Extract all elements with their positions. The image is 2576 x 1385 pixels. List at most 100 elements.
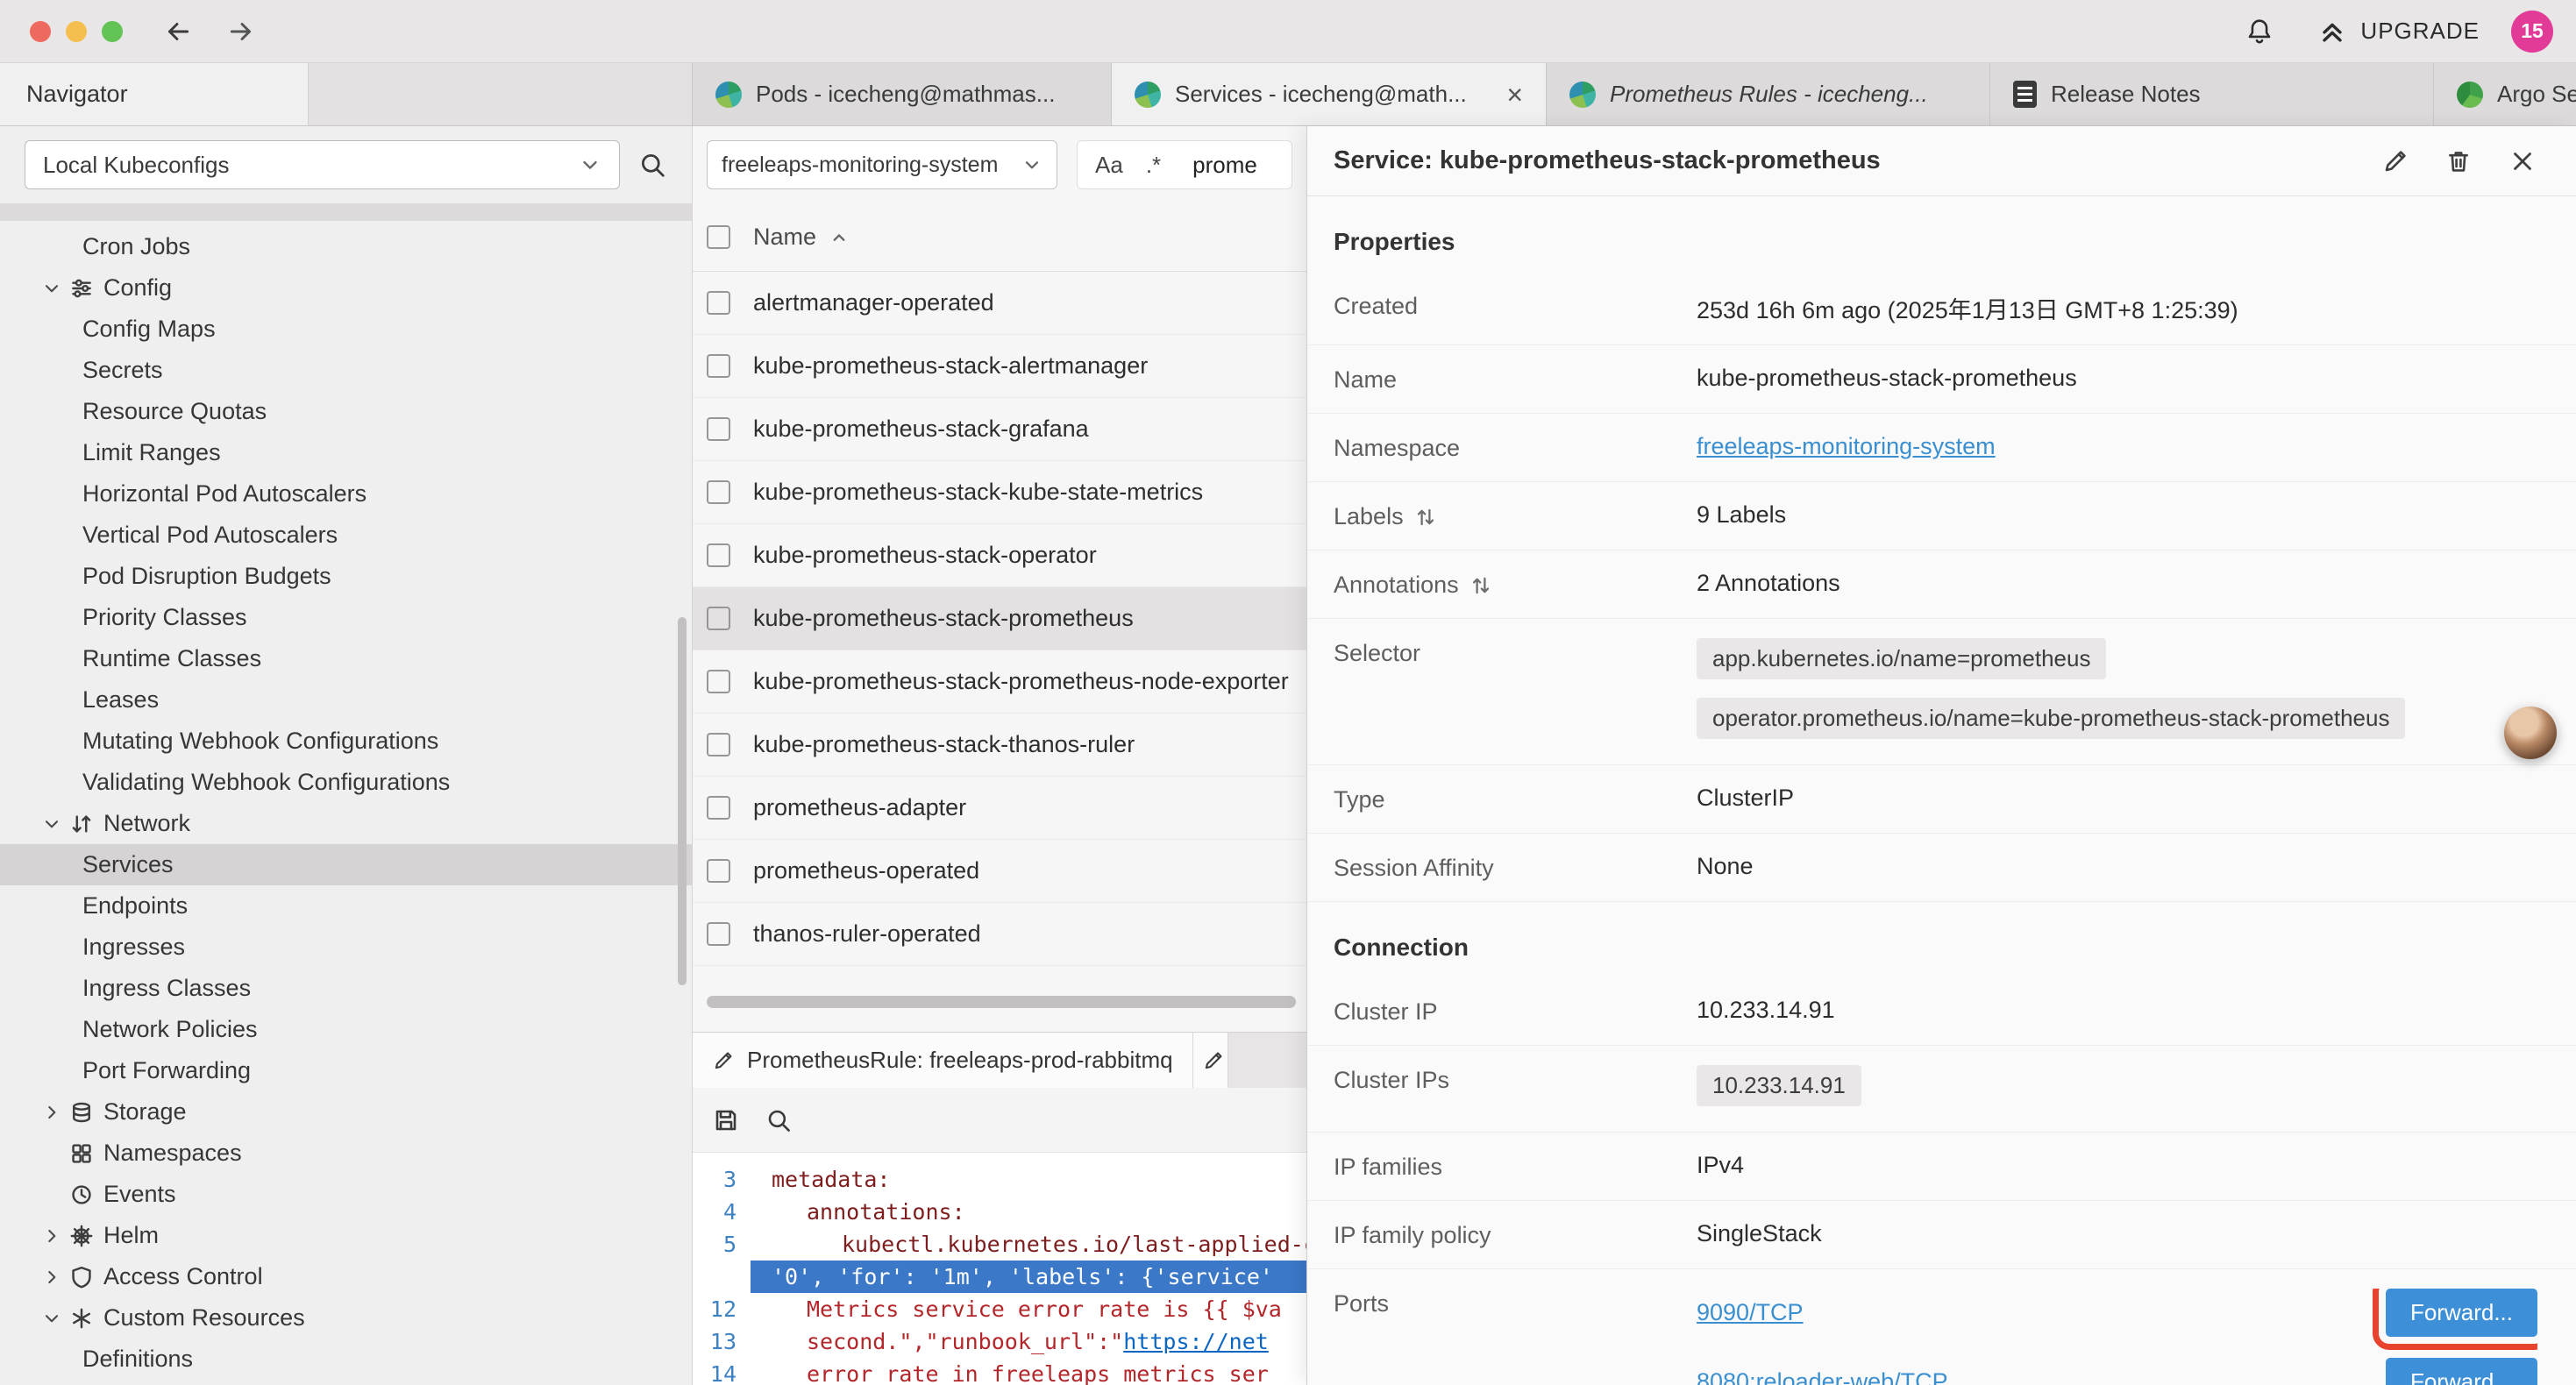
sidebar-item-runtime-classes[interactable]: Runtime Classes [0,638,692,679]
navigator-tab[interactable]: Navigator [0,63,309,125]
tab-argo-se[interactable]: Argo Se [2434,63,2576,125]
port-link[interactable]: 8080:reloader-web/TCP [1697,1368,1948,1385]
forward-button[interactable]: Forward... [2386,1358,2537,1385]
search-input[interactable]: Aa .* prome [1077,140,1292,189]
table-row-kube-prometheus-stack-prometheus-node-exporter[interactable]: kube-prometheus-stack-prometheus-node-ex… [693,650,1306,714]
horizontal-scrollbar[interactable] [707,996,1296,1008]
tab-pods-icecheng-mathmas[interactable]: Pods - icecheng@mathmas... [693,63,1112,125]
forward-button[interactable]: Forward... [2386,1289,2537,1337]
row-checkbox[interactable] [707,922,730,946]
sidebar-item-storage[interactable]: Storage [0,1091,692,1133]
row-checkbox[interactable] [707,859,730,883]
table-row-prometheus-adapter[interactable]: prometheus-adapter [693,777,1306,840]
avatar[interactable] [2504,707,2557,759]
sidebar-item-vertical-pod-autoscalers[interactable]: Vertical Pod Autoscalers [0,515,692,556]
table-row-kube-prometheus-stack-grafana[interactable]: kube-prometheus-stack-grafana [693,398,1306,461]
sidebar-item-services[interactable]: Services [0,844,692,885]
sort-ascending-icon[interactable] [829,227,850,248]
row-checkbox[interactable] [707,607,730,630]
chevron-down-icon[interactable] [37,278,67,299]
regex-toggle[interactable]: .* [1146,152,1161,179]
sidebar-item-custom-resources[interactable]: Custom Resources [0,1297,692,1339]
yaml-editor[interactable]: 3metadata:4annotations:5kubectl.kubernet… [693,1153,1306,1385]
editor-line[interactable]: 12Metrics service error rate is {{ $va [693,1293,1306,1325]
editor-search-icon[interactable] [765,1106,793,1134]
search-icon[interactable] [637,150,667,180]
close-icon[interactable]: × [1506,81,1523,109]
chevron-right-icon[interactable] [37,1102,67,1123]
table-row-kube-prometheus-stack-alertmanager[interactable]: kube-prometheus-stack-alertmanager [693,335,1306,398]
table-row-kube-prometheus-stack-operator[interactable]: kube-prometheus-stack-operator [693,524,1306,587]
sidebar-item-pod-disruption-budgets[interactable]: Pod Disruption Budgets [0,556,692,597]
edit-pencil-icon[interactable] [2381,147,2409,175]
close-icon[interactable] [2508,146,2537,176]
chevron-down-icon[interactable] [37,1308,67,1329]
sidebar-item-cron-jobs[interactable]: Cron Jobs [0,226,692,267]
namespace-select[interactable]: freeleaps-monitoring-system [707,140,1057,189]
maximize-window-button[interactable] [102,21,123,42]
tab-prometheus-rules-icecheng[interactable]: Prometheus Rules - icecheng... [1547,63,1990,125]
row-checkbox[interactable] [707,733,730,756]
match-case-toggle[interactable]: Aa [1095,152,1123,179]
sidebar-item-port-forwarding[interactable]: Port Forwarding [0,1050,692,1091]
sidebar-item-resource-quotas[interactable]: Resource Quotas [0,391,692,432]
table-row-alertmanager-operated[interactable]: alertmanager-operated [693,272,1306,335]
chevron-right-icon[interactable] [37,1225,67,1246]
sidebar-item-events[interactable]: Events [0,1174,692,1215]
sort-updown-icon[interactable] [1414,506,1437,529]
sidebar-item-secrets[interactable]: Secrets [0,350,692,391]
forward-nav-button[interactable] [226,17,256,46]
chevron-down-icon[interactable] [37,813,67,835]
table-row-kube-prometheus-stack-thanos-ruler[interactable]: kube-prometheus-stack-thanos-ruler [693,714,1306,777]
row-checkbox[interactable] [707,417,730,441]
sidebar-item-network-policies[interactable]: Network Policies [0,1009,692,1050]
dock-tab-partial[interactable] [1193,1033,1228,1088]
sidebar-item-limit-ranges[interactable]: Limit Ranges [0,432,692,473]
sort-updown-icon[interactable] [1469,574,1492,597]
sidebar-item-leases[interactable]: Leases [0,679,692,721]
editor-line[interactable]: 13second.","runbook_url":"https://net [693,1325,1306,1358]
select-all-checkbox[interactable] [707,225,730,249]
table-row-thanos-ruler-operated[interactable]: thanos-ruler-operated [693,903,1306,966]
table-row-kube-prometheus-stack-prometheus[interactable]: kube-prometheus-stack-prometheus [693,587,1306,650]
sidebar-item-ingress-classes[interactable]: Ingress Classes [0,968,692,1009]
sidebar-item-priority-classes[interactable]: Priority Classes [0,597,692,638]
sidebar-item-namespaces[interactable]: Namespaces [0,1133,692,1174]
editor-line[interactable]: 14error rate in freeleaps metrics ser [693,1358,1306,1385]
row-checkbox[interactable] [707,291,730,315]
sidebar-item-definitions[interactable]: Definitions [0,1339,692,1380]
kubeconfig-select[interactable]: Local Kubeconfigs [25,140,620,189]
sidebar-item-horizontal-pod-autoscalers[interactable]: Horizontal Pod Autoscalers [0,473,692,515]
notification-count-badge[interactable]: 15 [2511,11,2553,53]
close-window-button[interactable] [30,21,51,42]
sidebar-item-helm[interactable]: Helm [0,1215,692,1256]
port-link[interactable]: 9090/TCP [1697,1299,1804,1326]
delete-trash-icon[interactable] [2444,147,2473,175]
dock-tab-prometheusrule[interactable]: PrometheusRule: freeleaps-prod-rabbitmq [693,1033,1193,1088]
sidebar-scrollbar[interactable] [678,617,687,985]
notifications-bell-icon[interactable] [2245,17,2274,46]
namespace-link[interactable]: freeleaps-monitoring-system [1697,433,1996,459]
minimize-window-button[interactable] [66,21,87,42]
detail-label[interactable]: Annotations [1334,570,1697,599]
save-icon[interactable] [712,1106,740,1134]
tab-release-notes[interactable]: Release Notes [1990,63,2434,125]
tab-services-icecheng-math[interactable]: Services - icecheng@math...× [1112,63,1547,125]
sidebar-item-ingresses[interactable]: Ingresses [0,927,692,968]
row-checkbox[interactable] [707,543,730,567]
sidebar-item-validating-webhook-configurations[interactable]: Validating Webhook Configurations [0,762,692,803]
column-header-name[interactable]: Name [753,224,816,251]
detail-label[interactable]: Labels [1334,501,1697,530]
row-checkbox[interactable] [707,670,730,693]
back-button[interactable] [163,17,193,46]
upgrade-button[interactable]: UPGRADE [2316,16,2480,47]
sidebar-item-mutating-webhook-configurations[interactable]: Mutating Webhook Configurations [0,721,692,762]
sidebar-item-config[interactable]: Config [0,267,692,309]
sidebar-item-config-maps[interactable]: Config Maps [0,309,692,350]
sidebar-item-endpoints[interactable]: Endpoints [0,885,692,927]
sidebar-item-network[interactable]: Network [0,803,692,844]
table-row-kube-prometheus-stack-kube-state-metrics[interactable]: kube-prometheus-stack-kube-state-metrics [693,461,1306,524]
row-checkbox[interactable] [707,796,730,820]
editor-line[interactable]: 3metadata: [693,1163,1306,1196]
chevron-right-icon[interactable] [37,1267,67,1288]
